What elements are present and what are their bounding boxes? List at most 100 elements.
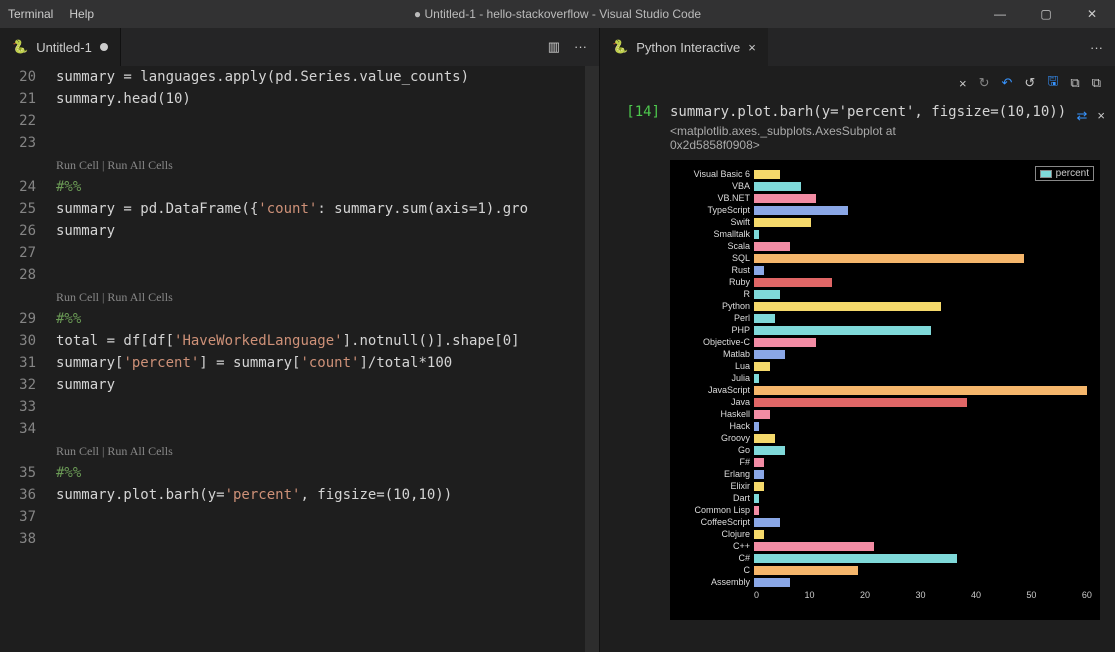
bar bbox=[754, 170, 780, 179]
bar bbox=[754, 494, 759, 503]
bar-row: Visual Basic 6 bbox=[678, 168, 1092, 180]
bar-row: PHP bbox=[678, 324, 1092, 336]
interactive-tabbar: 🐍 Python Interactive × ··· bbox=[600, 28, 1115, 66]
maximize-button[interactable]: ▢ bbox=[1023, 0, 1069, 28]
bar-row: TypeScript bbox=[678, 204, 1092, 216]
bar-label: SQL bbox=[678, 253, 754, 263]
settings-sliders-icon[interactable]: ⇄ bbox=[1077, 108, 1088, 124]
bar-label: VBA bbox=[678, 181, 754, 191]
bar-row: Julia bbox=[678, 372, 1092, 384]
undo-icon[interactable]: ↶ bbox=[1002, 75, 1013, 91]
bar bbox=[754, 326, 931, 335]
bar-label: Java bbox=[678, 397, 754, 407]
line-gutter: 20 21 22 23 24 25 26 27 28 29 30 31 32 3… bbox=[0, 66, 56, 652]
bar bbox=[754, 530, 764, 539]
more-actions-icon[interactable]: ··· bbox=[574, 39, 587, 55]
bar bbox=[754, 206, 848, 215]
bar-row: Java bbox=[678, 396, 1092, 408]
bar-row: Assembly bbox=[678, 576, 1092, 588]
bar-row: Elixir bbox=[678, 480, 1092, 492]
bar bbox=[754, 278, 832, 287]
bar-label: Rust bbox=[678, 265, 754, 275]
bar bbox=[754, 374, 759, 383]
cell-code: summary.plot.barh(y='percent', figsize=(… bbox=[670, 104, 1103, 120]
save-icon[interactable]: 🖫 bbox=[1047, 72, 1058, 94]
bar-row: Rust bbox=[678, 264, 1092, 276]
bar bbox=[754, 314, 775, 323]
interactive-tab-label: Python Interactive bbox=[636, 40, 740, 55]
cell-close-icon[interactable]: × bbox=[1097, 108, 1105, 124]
bar-label: Lua bbox=[678, 361, 754, 371]
xtick: 40 bbox=[971, 590, 981, 600]
bar-row: F# bbox=[678, 456, 1092, 468]
codelens-run-all[interactable]: Run All Cells bbox=[107, 158, 172, 172]
copy-icon[interactable]: ⧉ bbox=[1070, 75, 1079, 91]
titlebar: Terminal Help ● Untitled-1 - hello-stack… bbox=[0, 0, 1115, 28]
codelens-run-cell[interactable]: Run Cell bbox=[56, 444, 99, 458]
python-icon: 🐍 bbox=[612, 39, 628, 55]
bar bbox=[754, 386, 1087, 395]
bar bbox=[754, 218, 811, 227]
bar bbox=[754, 554, 957, 563]
bar bbox=[754, 194, 816, 203]
redo-icon[interactable]: ↻ bbox=[979, 75, 990, 91]
bar-label: C# bbox=[678, 553, 754, 563]
bar-label: Erlang bbox=[678, 469, 754, 479]
bar-label: VB.NET bbox=[678, 193, 754, 203]
restart-icon[interactable]: ↺ bbox=[1024, 75, 1035, 91]
minimize-button[interactable]: — bbox=[977, 0, 1023, 28]
matplotlib-chart: percent Visual Basic 6VBAVB.NETTypeScrip… bbox=[670, 160, 1100, 620]
bar-row: Hack bbox=[678, 420, 1092, 432]
expand-icon[interactable]: ⧉ bbox=[1092, 75, 1101, 91]
close-button[interactable]: ✕ bbox=[1069, 0, 1115, 28]
menu-terminal[interactable]: Terminal bbox=[0, 7, 61, 21]
codelens-run-cell[interactable]: Run Cell bbox=[56, 158, 99, 172]
bar-label: Smalltalk bbox=[678, 229, 754, 239]
bar-label: Elixir bbox=[678, 481, 754, 491]
bar bbox=[754, 182, 801, 191]
menu-help[interactable]: Help bbox=[61, 7, 102, 21]
split-editor-icon[interactable]: ▥ bbox=[548, 39, 560, 55]
bar-label: Objective-C bbox=[678, 337, 754, 347]
clear-icon[interactable]: × bbox=[959, 76, 967, 91]
interactive-toolbar: × ↻ ↶ ↺ 🖫 ⧉ ⧉ bbox=[600, 66, 1115, 100]
more-actions-icon[interactable]: ··· bbox=[1090, 40, 1103, 55]
bar-row: Python bbox=[678, 300, 1092, 312]
bar-row: CoffeeScript bbox=[678, 516, 1092, 528]
editor-tab-untitled[interactable]: 🐍 Untitled-1 bbox=[0, 28, 121, 66]
xtick: 60 bbox=[1082, 590, 1092, 600]
close-tab-icon[interactable]: × bbox=[748, 40, 756, 55]
bar-label: Swift bbox=[678, 217, 754, 227]
bar-label: Visual Basic 6 bbox=[678, 169, 754, 179]
bar-row: SQL bbox=[678, 252, 1092, 264]
window-title: ● Untitled-1 - hello-stackoverflow - Vis… bbox=[414, 7, 701, 21]
code-editor[interactable]: 20 21 22 23 24 25 26 27 28 29 30 31 32 3… bbox=[0, 66, 599, 652]
bar-row: VBA bbox=[678, 180, 1092, 192]
bar bbox=[754, 254, 1024, 263]
editor-scrollbar[interactable] bbox=[585, 66, 599, 652]
xtick: 20 bbox=[860, 590, 870, 600]
bar bbox=[754, 506, 759, 515]
codelens-run-cell[interactable]: Run Cell bbox=[56, 290, 99, 304]
bar-row: Perl bbox=[678, 312, 1092, 324]
bar bbox=[754, 542, 874, 551]
bar-row: Go bbox=[678, 444, 1092, 456]
bar-row: C++ bbox=[678, 540, 1092, 552]
bar-label: PHP bbox=[678, 325, 754, 335]
bar bbox=[754, 446, 785, 455]
bar bbox=[754, 410, 770, 419]
codelens-run-all[interactable]: Run All Cells bbox=[107, 290, 172, 304]
bar-label: Haskell bbox=[678, 409, 754, 419]
bar bbox=[754, 242, 790, 251]
bar-row: Swift bbox=[678, 216, 1092, 228]
bar-label: Common Lisp bbox=[678, 505, 754, 515]
bar-label: Hack bbox=[678, 421, 754, 431]
bar-row: VB.NET bbox=[678, 192, 1092, 204]
bar-label: TypeScript bbox=[678, 205, 754, 215]
bar-label: Assembly bbox=[678, 577, 754, 587]
bar-label: Matlab bbox=[678, 349, 754, 359]
bar-label: Groovy bbox=[678, 433, 754, 443]
tab-python-interactive[interactable]: 🐍 Python Interactive × bbox=[600, 28, 768, 66]
codelens-run-all[interactable]: Run All Cells bbox=[107, 444, 172, 458]
bar-row: Groovy bbox=[678, 432, 1092, 444]
